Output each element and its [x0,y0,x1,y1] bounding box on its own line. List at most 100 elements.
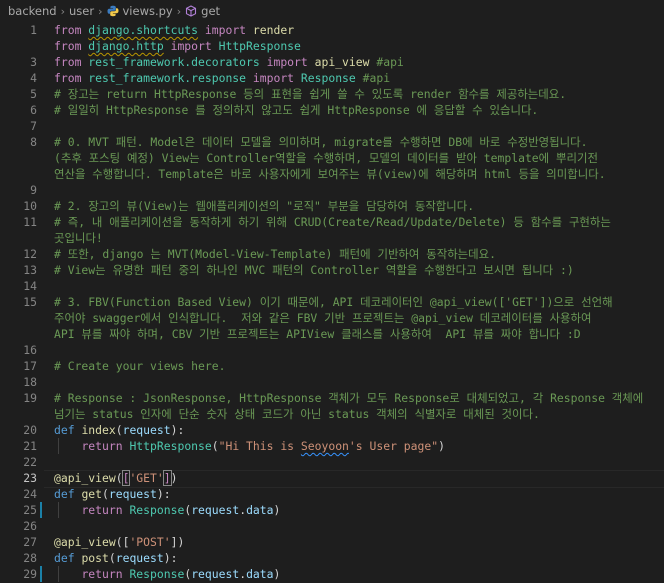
code-text: # 3. FBV(Function Based View) 이기 때문에, AP… [54,294,613,310]
code-line[interactable]: 넘기는 status 인자에 단순 숫자 상태 코드가 아닌 status 객체… [0,406,664,422]
code-line[interactable]: 15 # 3. FBV(Function Based View) 이기 때문에, … [0,294,664,310]
code-token: def [54,551,75,565]
code-token: ( [115,471,123,485]
code-text: from django.shortcuts import render [54,22,294,38]
code-token: ) [170,471,178,485]
code-line[interactable]: 9 [0,182,664,198]
code-token: ['GET'] [121,470,172,486]
code-line[interactable]: (추후 포스팅 예정) View는 Controller역할을 수행하며, 모델… [0,150,664,166]
code-token: return [81,567,123,581]
code-token: ): [170,423,185,437]
breadcrumb-item-symbol[interactable]: get [185,4,220,18]
code-line[interactable]: 27 @api_view(['POST']) [0,534,664,550]
code-line[interactable]: 14 [0,278,664,294]
code-token: #api [376,55,404,69]
method-cube-icon [186,5,197,17]
code-line[interactable]: API 뷰를 짜야 하며, CBV 기반 프로젝트는 APIView 클래스를 … [0,326,664,342]
line-number[interactable]: 15 [0,294,37,310]
code-line[interactable]: 19 # Response : JsonResponse, HttpRespons… [0,390,664,406]
line-number[interactable]: 25 [0,502,37,518]
line-number[interactable]: 7 [0,118,37,134]
code-line[interactable]: 26 [0,518,664,534]
line-number[interactable]: 3 [0,54,37,70]
code-token: request [115,551,164,565]
code-line[interactable]: from django.http import HttpResponse [0,38,664,54]
chevron-right-icon: › [60,4,65,18]
code-text: # 또한, django 는 MVT(Model-View-Template) … [54,246,496,262]
code-line[interactable]: 22 [0,454,664,470]
code-line[interactable]: 연산을 수행합니다. Template은 바로 사용자에게 보여주는 뷰(vie… [0,166,664,182]
code-token: from [54,23,82,37]
line-number[interactable]: 1 [0,22,37,38]
breadcrumb-item-folder-user[interactable]: user [69,4,94,18]
line-number[interactable]: 14 [0,278,37,294]
code-line[interactable]: 10 # 2. 장고의 뷰(View)는 웹애플리케이션의 "로직" 부분을 담당… [0,198,664,214]
code-line[interactable]: 18 [0,374,664,390]
line-number[interactable]: 9 [0,182,37,198]
line-number[interactable]: 16 [0,342,37,358]
code-token: django.shortcuts [88,23,199,37]
line-number[interactable]: 8 [0,134,37,150]
line-number[interactable]: 6 [0,102,37,118]
code-token: 연산을 수행합니다. Template은 바로 사용자에게 보여주는 뷰(vie… [54,167,606,181]
code-token: HttpResponse [129,439,212,453]
breadcrumb-item-file[interactable]: views.py [107,4,173,18]
line-number[interactable]: 17 [0,358,37,374]
line-number[interactable]: 5 [0,86,37,102]
code-line[interactable]: 12 # 또한, django 는 MVT(Model-View-Template… [0,246,664,262]
line-number[interactable]: 19 [0,390,37,406]
code-token: ]) [170,535,185,549]
code-line[interactable]: 6 # 일일히 HttpResponse 를 정의하지 않고도 쉽게 HttpRe… [0,102,664,118]
code-line[interactable]: 24 def get(request): [0,486,664,502]
line-number[interactable]: 10 [0,198,37,214]
line-number[interactable]: 4 [0,70,37,86]
code-text: from rest_framework.decorators import ap… [54,54,404,70]
code-line[interactable]: 11 # 즉, 내 애플리케이션을 동작하게 하기 위해 CRUD(Create/… [0,214,664,230]
modified-line-marker[interactable] [40,502,42,518]
code-line[interactable]: 13 # View는 유명한 패턴 중의 하나인 MVC 패턴의 Controll… [0,262,664,278]
code-line[interactable]: 7 [0,118,664,134]
code-line[interactable]: 5 # 장고는 return HttpResponse 등의 표현을 쉽게 쓸 수… [0,86,664,102]
line-number[interactable]: 20 [0,422,37,438]
line-number[interactable]: 13 [0,262,37,278]
code-editor[interactable]: 1 from django.shortcuts import render from… [0,22,664,583]
code-line[interactable]: 23 @api_view(['GET']) [0,470,664,488]
line-number[interactable]: 27 [0,534,37,550]
code-text: 주어야 swagger에서 인식합니다. 저와 같은 FBV 기반 프로젝트는 … [54,310,591,326]
code-text: # 장고는 return HttpResponse 등의 표현을 쉽게 쓸 수 … [54,86,566,102]
code-text: def index(request): [54,422,184,438]
code-line[interactable]: 8 # 0. MVT 패턴. Model은 데이터 모델을 의미하며, migra… [0,134,664,150]
line-number[interactable]: 23 [0,470,37,486]
code-line[interactable]: 16 [0,342,664,358]
code-line[interactable]: 21 return HttpResponse("Hi This is Seoyo… [0,438,664,454]
code-line[interactable]: 17 # Create your views here. [0,358,664,374]
line-number[interactable]: 21 [0,438,37,454]
code-line[interactable]: 29 return Response(request.data) [0,566,664,582]
code-line[interactable]: 20 def index(request): [0,422,664,438]
code-token: return [81,503,123,517]
line-number[interactable]: 11 [0,214,37,230]
code-line[interactable]: 주어야 swagger에서 인식합니다. 저와 같은 FBV 기반 프로젝트는 … [0,310,664,326]
code-text: def post(request): [54,550,177,566]
modified-line-marker[interactable] [40,566,42,582]
code-text: @api_view(['POST']) [54,534,184,550]
code-line[interactable]: 곳입니다! [0,230,664,246]
breadcrumb-item-folder-backend[interactable]: backend [8,4,57,18]
code-line[interactable]: 4 from rest_framework.response import Res… [0,70,664,86]
code-line[interactable]: 28 def post(request): [0,550,664,566]
code-line[interactable]: 3 from rest_framework.decorators import a… [0,54,664,70]
code-token: import [170,39,212,53]
code-token: from [54,55,82,69]
code-token: ( [102,487,109,501]
code-line[interactable]: 25 return Response(request.data) [0,502,664,518]
line-number[interactable]: 12 [0,246,37,262]
line-number[interactable]: 22 [0,454,37,470]
line-number[interactable]: 24 [0,486,37,502]
line-number[interactable]: 18 [0,374,37,390]
line-number[interactable]: 29 [0,566,37,582]
line-number[interactable]: 28 [0,550,37,566]
code-line[interactable]: 1 from django.shortcuts import render [0,22,664,38]
line-number[interactable]: 26 [0,518,37,534]
